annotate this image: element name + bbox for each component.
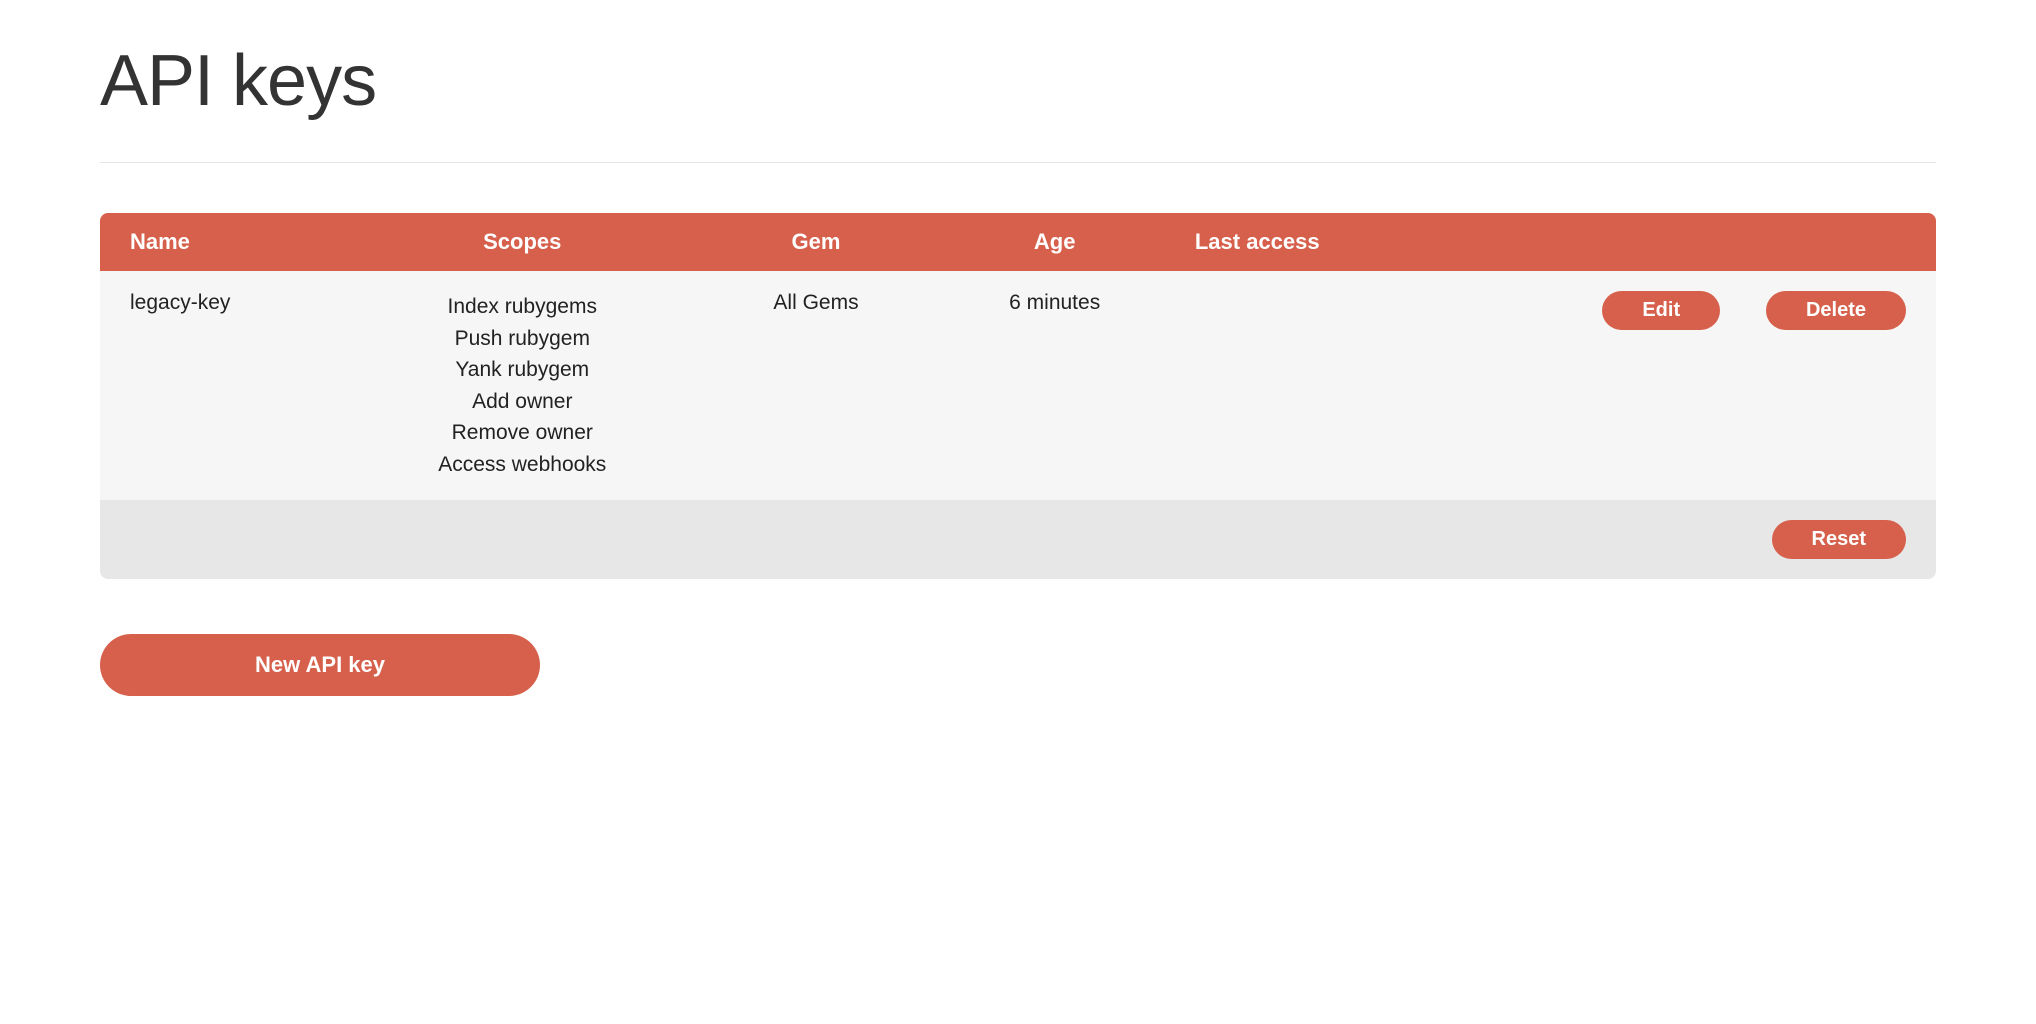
header-scopes: Scopes — [357, 213, 687, 271]
header-actions — [1422, 213, 1936, 271]
cell-last-access — [1165, 271, 1422, 500]
api-keys-table: Name Scopes Gem Age Last access legacy-k… — [100, 213, 1936, 579]
scope-item: Access webhooks — [387, 449, 657, 481]
cell-gem: All Gems — [688, 271, 945, 500]
footer-cell: Reset — [100, 500, 1936, 579]
new-key-container: New API key — [100, 634, 1936, 696]
edit-button[interactable]: Edit — [1602, 291, 1720, 330]
cell-scopes: Index rubygems Push rubygem Yank rubygem… — [357, 271, 687, 500]
cell-actions: Edit Delete — [1422, 271, 1936, 500]
header-name: Name — [100, 213, 357, 271]
scope-item: Remove owner — [387, 417, 657, 449]
page-title: API keys — [100, 40, 1936, 122]
cell-age: 6 minutes — [945, 271, 1165, 500]
header-last-access: Last access — [1165, 213, 1422, 271]
scope-item: Push rubygem — [387, 323, 657, 355]
header-gem: Gem — [688, 213, 945, 271]
reset-button[interactable]: Reset — [1772, 520, 1906, 559]
new-api-key-button[interactable]: New API key — [100, 634, 540, 696]
delete-button[interactable]: Delete — [1766, 291, 1906, 330]
scope-item: Add owner — [387, 386, 657, 418]
scope-item: Index rubygems — [387, 291, 657, 323]
table-header-row: Name Scopes Gem Age Last access — [100, 213, 1936, 271]
divider — [100, 162, 1936, 163]
scope-item: Yank rubygem — [387, 354, 657, 386]
header-age: Age — [945, 213, 1165, 271]
cell-name: legacy-key — [100, 271, 357, 500]
table-footer-row: Reset — [100, 500, 1936, 579]
table-row: legacy-key Index rubygems Push rubygem Y… — [100, 271, 1936, 500]
